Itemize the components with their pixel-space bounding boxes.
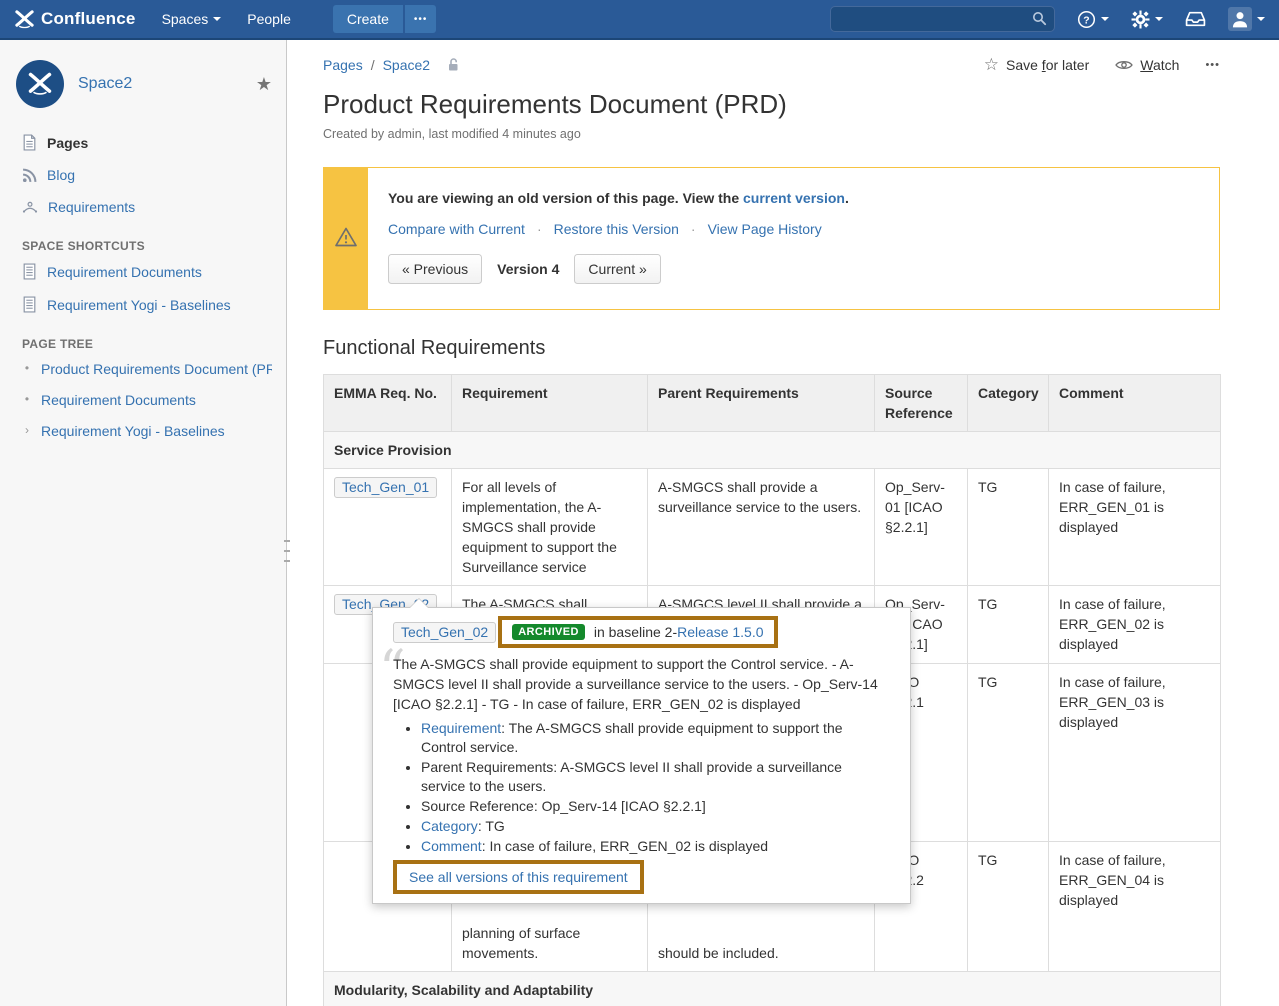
view-page-history-link[interactable]: View Page History bbox=[708, 221, 822, 237]
current-version-button[interactable]: Current » bbox=[574, 254, 660, 284]
annotation-box-see-all: See all versions of this requirement bbox=[393, 860, 644, 894]
shortcut-requirement-documents[interactable]: Requirement Documents bbox=[22, 263, 272, 280]
help-menu-button[interactable]: ? bbox=[1077, 10, 1109, 29]
search-input[interactable] bbox=[830, 6, 1055, 32]
requirement-properties-list: Requirement: The A-SMGCS shall provide e… bbox=[421, 719, 890, 856]
functional-requirements-heading: Functional Requirements bbox=[323, 337, 1220, 360]
archived-badge: ARCHIVED bbox=[512, 624, 585, 640]
confluence-logo-icon bbox=[14, 9, 35, 30]
avatar bbox=[1228, 7, 1252, 31]
create-button[interactable]: Create bbox=[333, 5, 403, 33]
sidebar-item-blog[interactable]: Blog bbox=[22, 167, 272, 183]
settings-menu-button[interactable] bbox=[1131, 10, 1163, 29]
favourite-star-icon[interactable]: ★ bbox=[256, 74, 272, 95]
tray-icon bbox=[1185, 11, 1206, 27]
space-shortcuts-heading: SPACE SHORTCUTS bbox=[22, 239, 272, 253]
top-nav: Confluence Spaces People Create ••• bbox=[0, 0, 1279, 40]
release-link[interactable]: Release 1.5.0 bbox=[677, 624, 763, 640]
column-header: Category bbox=[968, 375, 1049, 432]
list-item: Comment: In case of failure, ERR_GEN_02 … bbox=[421, 837, 890, 856]
blog-rss-icon bbox=[22, 168, 37, 183]
product-name: Confluence bbox=[41, 9, 136, 29]
current-version-link[interactable]: current version bbox=[743, 190, 845, 206]
old-version-message: You are viewing an old version of this p… bbox=[388, 190, 849, 206]
requirement-key-link[interactable]: Tech_Gen_02 bbox=[393, 622, 496, 643]
tree-expand-chevron[interactable]: › bbox=[22, 423, 32, 437]
space-logo[interactable] bbox=[16, 60, 64, 108]
property-link[interactable]: Requirement bbox=[421, 720, 501, 736]
chevron-down-icon bbox=[1155, 17, 1163, 21]
section-row: Modularity, Scalability and Adaptability bbox=[324, 972, 1221, 1006]
restore-this-version-link[interactable]: Restore this Version bbox=[554, 221, 679, 237]
save-for-later-button[interactable]: ☆ Save for later bbox=[984, 56, 1090, 73]
old-version-banner: You are viewing an old version of this p… bbox=[323, 167, 1220, 310]
compare-with-current-link[interactable]: Compare with Current bbox=[388, 221, 525, 237]
table-header-row: EMMA Req. No. Requirement Parent Require… bbox=[324, 375, 1221, 432]
column-header: Comment bbox=[1049, 375, 1221, 432]
column-header: EMMA Req. No. bbox=[324, 375, 452, 432]
create-button-group: Create ••• bbox=[333, 5, 437, 33]
requirement-yogi-icon bbox=[22, 201, 38, 214]
tree-item-requirement-yogi-baselines[interactable]: › Requirement Yogi - Baselines bbox=[22, 423, 272, 439]
shortcut-requirement-yogi-baselines[interactable]: Requirement Yogi - Baselines bbox=[22, 296, 272, 313]
column-header: Requirement bbox=[452, 375, 648, 432]
section-row: Service Provision bbox=[324, 432, 1221, 469]
user-menu-button[interactable] bbox=[1228, 7, 1265, 31]
annotation-box-archived: ARCHIVED in baseline 2-Release 1.5.0 bbox=[498, 616, 777, 648]
tree-item-prd[interactable]: • Product Requirements Document (PRD) bbox=[22, 361, 272, 377]
page-content: Pages / Space2 ☆ Save for later bbox=[288, 40, 1279, 1006]
breadcrumb: Pages / Space2 bbox=[323, 57, 460, 73]
tree-bullet: • bbox=[22, 392, 32, 406]
chevron-down-icon bbox=[213, 17, 221, 21]
page-byline: Created by admin, last modified 4 minute… bbox=[323, 127, 1220, 141]
breadcrumb-pages[interactable]: Pages bbox=[323, 57, 363, 73]
table-row: Tech_Gen_01 For all levels of implementa… bbox=[324, 469, 1221, 586]
property-link[interactable]: Category bbox=[421, 818, 478, 834]
eye-icon bbox=[1115, 59, 1133, 71]
page-more-button[interactable]: ••• bbox=[1205, 59, 1220, 71]
column-header: Source Reference bbox=[875, 375, 968, 432]
warning-icon bbox=[334, 226, 358, 251]
confluence-logo[interactable]: Confluence bbox=[14, 9, 136, 30]
chevron-down-icon bbox=[1101, 17, 1109, 21]
create-more-button[interactable]: ••• bbox=[405, 5, 437, 33]
list-item: Parent Requirements: A-SMGCS level II sh… bbox=[421, 758, 890, 796]
help-icon: ? bbox=[1077, 10, 1096, 29]
star-outline-icon: ☆ bbox=[984, 56, 999, 73]
column-header: Parent Requirements bbox=[648, 375, 875, 432]
see-all-versions-link[interactable]: See all versions of this requirement bbox=[409, 869, 628, 885]
sidebar-item-requirements[interactable]: Requirements bbox=[22, 199, 272, 215]
sidebar-item-pages[interactable]: Pages bbox=[22, 134, 272, 151]
page-tree-heading: PAGE TREE bbox=[22, 337, 272, 351]
unrestricted-lock-icon[interactable] bbox=[446, 57, 460, 72]
tree-bullet: • bbox=[22, 361, 32, 375]
version-label: Version 4 bbox=[497, 261, 559, 277]
requirement-popup: Tech_Gen_02 ARCHIVED in baseline 2-Relea… bbox=[372, 607, 911, 904]
svg-text:?: ? bbox=[1083, 15, 1089, 26]
requirement-key-link[interactable]: Tech_Gen_01 bbox=[334, 477, 437, 498]
search-icon bbox=[1032, 11, 1047, 29]
property-link[interactable]: Comment bbox=[421, 838, 482, 854]
list-item: Requirement: The A-SMGCS shall provide e… bbox=[421, 719, 890, 757]
breadcrumb-space2[interactable]: Space2 bbox=[383, 57, 430, 73]
list-item: Category: TG bbox=[421, 817, 890, 836]
notifications-tray-button[interactable] bbox=[1185, 11, 1206, 27]
pages-icon bbox=[22, 134, 37, 151]
gear-icon bbox=[1131, 10, 1150, 29]
previous-version-button[interactable]: « Previous bbox=[388, 254, 482, 284]
page-title: Product Requirements Document (PRD) bbox=[323, 89, 1220, 120]
space-sidebar: Space2 ★ Pages bbox=[0, 40, 287, 1006]
requirement-quote: The A-SMGCS shall provide equipment to s… bbox=[393, 654, 890, 714]
list-item: Source Reference: Op_Serv-14 [ICAO §2.2.… bbox=[421, 797, 890, 816]
document-icon bbox=[22, 296, 37, 313]
space-name-link[interactable]: Space2 bbox=[78, 75, 132, 93]
tree-item-requirement-documents[interactable]: • Requirement Documents bbox=[22, 392, 272, 408]
nav-spaces[interactable]: Spaces bbox=[162, 11, 222, 27]
nav-people[interactable]: People bbox=[247, 11, 291, 27]
watch-button[interactable]: Watch bbox=[1115, 57, 1179, 73]
chevron-down-icon bbox=[1257, 17, 1265, 21]
document-icon bbox=[22, 263, 37, 280]
